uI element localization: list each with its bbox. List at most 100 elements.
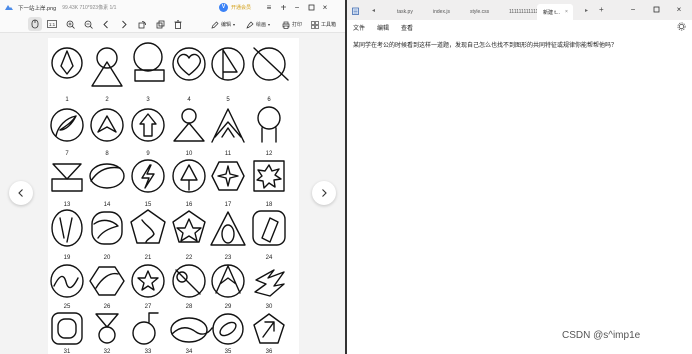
menu-view[interactable]: 查看 [401, 23, 413, 32]
svg-text:25: 25 [64, 304, 71, 310]
svg-text:3: 3 [146, 97, 150, 103]
tab-index-js[interactable]: index.js [427, 4, 457, 20]
pin-icon[interactable] [277, 1, 289, 14]
edit-button[interactable]: 编辑 ▾ [211, 19, 235, 30]
figure-16 [172, 159, 206, 193]
svg-text:7: 7 [65, 151, 69, 157]
edit-label: 编辑 [221, 22, 232, 28]
figure-36 [253, 313, 285, 344]
chevron-right-icon [322, 189, 327, 197]
draw-button[interactable]: 绘画 ▾ [246, 19, 270, 30]
svg-text:24: 24 [266, 255, 273, 261]
close-tab-icon[interactable]: × [565, 9, 568, 15]
toolbox-label: 工具箱 [321, 22, 337, 28]
menu-file[interactable]: 文件 [353, 23, 365, 32]
previous-icon[interactable] [99, 17, 113, 31]
print-label: 打印 [292, 22, 303, 28]
figure-numbers-row1: 1 2 3 4 5 6 [65, 97, 271, 103]
figure-numbers-row4: 19 20 21 22 23 24 [64, 255, 273, 261]
figure-27 [131, 264, 165, 298]
minimize-button-notepad[interactable]: − [627, 3, 639, 16]
figure-1 [51, 47, 83, 79]
previous-image-button[interactable] [9, 181, 33, 205]
figure-6 [252, 47, 289, 81]
figure-11 [211, 108, 245, 143]
figure-28 [172, 264, 206, 298]
figure-34 [170, 317, 213, 343]
figure-23 [210, 211, 246, 246]
actual-size-label: 1:1 [49, 22, 56, 27]
svg-text:15: 15 [145, 202, 152, 208]
svg-text:22: 22 [186, 255, 193, 261]
svg-text:32: 32 [104, 349, 111, 354]
toolbox-button[interactable]: 工具箱 [311, 19, 336, 30]
next-icon[interactable] [117, 17, 131, 31]
figure-31 [51, 312, 83, 345]
svg-text:35: 35 [225, 349, 232, 354]
printer-icon [282, 21, 290, 29]
brush-icon [246, 21, 254, 29]
editor-text-area[interactable]: 某同学在考公的时候看到这样一道题，发现自己怎么也找不到图形的共同特征或规律你能帮… [353, 40, 685, 49]
svg-text:27: 27 [145, 304, 152, 310]
svg-text:23: 23 [225, 255, 232, 261]
image-info: 99.43K 710*923像素 1/1 [62, 5, 117, 11]
copy-icon[interactable] [153, 17, 167, 31]
delete-icon[interactable] [171, 17, 185, 31]
menu-edit[interactable]: 编辑 [377, 23, 389, 32]
figure-7 [50, 108, 84, 142]
figure-24 [252, 210, 286, 246]
new-tab-button[interactable]: + [599, 5, 604, 14]
svg-text:9: 9 [146, 151, 150, 157]
figure-15 [131, 159, 165, 193]
figure-19 [51, 209, 83, 247]
zoom-in-icon[interactable] [63, 17, 77, 31]
vip-badge[interactable]: V [219, 3, 228, 12]
print-button[interactable]: 打印 [282, 19, 302, 30]
tab-task-py[interactable]: task.py [391, 4, 419, 20]
svg-text:30: 30 [266, 304, 273, 310]
svg-text:18: 18 [266, 202, 273, 208]
puzzle-image: 1 2 3 4 5 6 7 8 9 10 11 12 13 14 15 16 1… [48, 38, 299, 354]
draw-label: 绘画 [256, 22, 267, 28]
tab-style-css[interactable]: style.css [464, 4, 496, 20]
tab-new-active[interactable]: 新建 t... × [537, 4, 573, 20]
svg-text:4: 4 [187, 97, 191, 103]
member-link[interactable]: 开通会员 [231, 4, 251, 11]
figure-13 [51, 163, 83, 192]
chevron-left-icon [18, 189, 23, 197]
settings-gear-icon[interactable] [677, 22, 686, 33]
svg-text:1: 1 [65, 97, 69, 103]
image-canvas: 1 2 3 4 5 6 7 8 9 10 11 12 13 14 15 16 1… [0, 33, 345, 354]
scroll-tabs-left-icon[interactable]: ◂ [372, 7, 375, 14]
maximize-button[interactable] [305, 1, 317, 14]
svg-text:16: 16 [186, 202, 193, 208]
viewer-titlebar: 下一站上岸.png 99.43K 710*923像素 1/1 V 开通会员 ≡ … [0, 0, 345, 15]
svg-text:8: 8 [105, 151, 109, 157]
tab-untitled-1[interactable]: 111111111111 [503, 4, 539, 20]
figure-numbers-row3: 13 14 15 16 17 18 [64, 202, 273, 208]
mouse-mode-icon[interactable] [28, 17, 42, 31]
figure-numbers-row6: 31 32 33 34 35 36 [64, 349, 273, 354]
figure-20 [91, 211, 123, 245]
close-button-notepad[interactable]: × [673, 3, 685, 16]
svg-text:31: 31 [64, 349, 71, 354]
close-button[interactable]: × [319, 1, 331, 14]
svg-text:34: 34 [186, 349, 193, 354]
menu-icon[interactable]: ≡ [263, 1, 275, 14]
actual-size-button[interactable]: 1:1 [45, 17, 59, 31]
figure-33 [132, 312, 159, 345]
minimize-button[interactable]: − [291, 1, 303, 14]
notepad-app-icon [352, 7, 359, 17]
figure-numbers-row5: 25 26 27 28 29 30 [64, 304, 273, 310]
svg-text:5: 5 [226, 97, 230, 103]
figure-10 [173, 108, 205, 142]
next-image-button[interactable] [312, 181, 336, 205]
zoom-out-icon[interactable] [81, 17, 95, 31]
figure-29 [211, 264, 245, 298]
svg-text:2: 2 [105, 97, 109, 103]
maximize-button-notepad[interactable] [650, 3, 662, 16]
figure-8 [90, 108, 124, 142]
scroll-tabs-right-icon[interactable]: ▸ [585, 7, 588, 14]
figure-3 [133, 42, 165, 82]
rotate-icon[interactable] [135, 17, 149, 31]
